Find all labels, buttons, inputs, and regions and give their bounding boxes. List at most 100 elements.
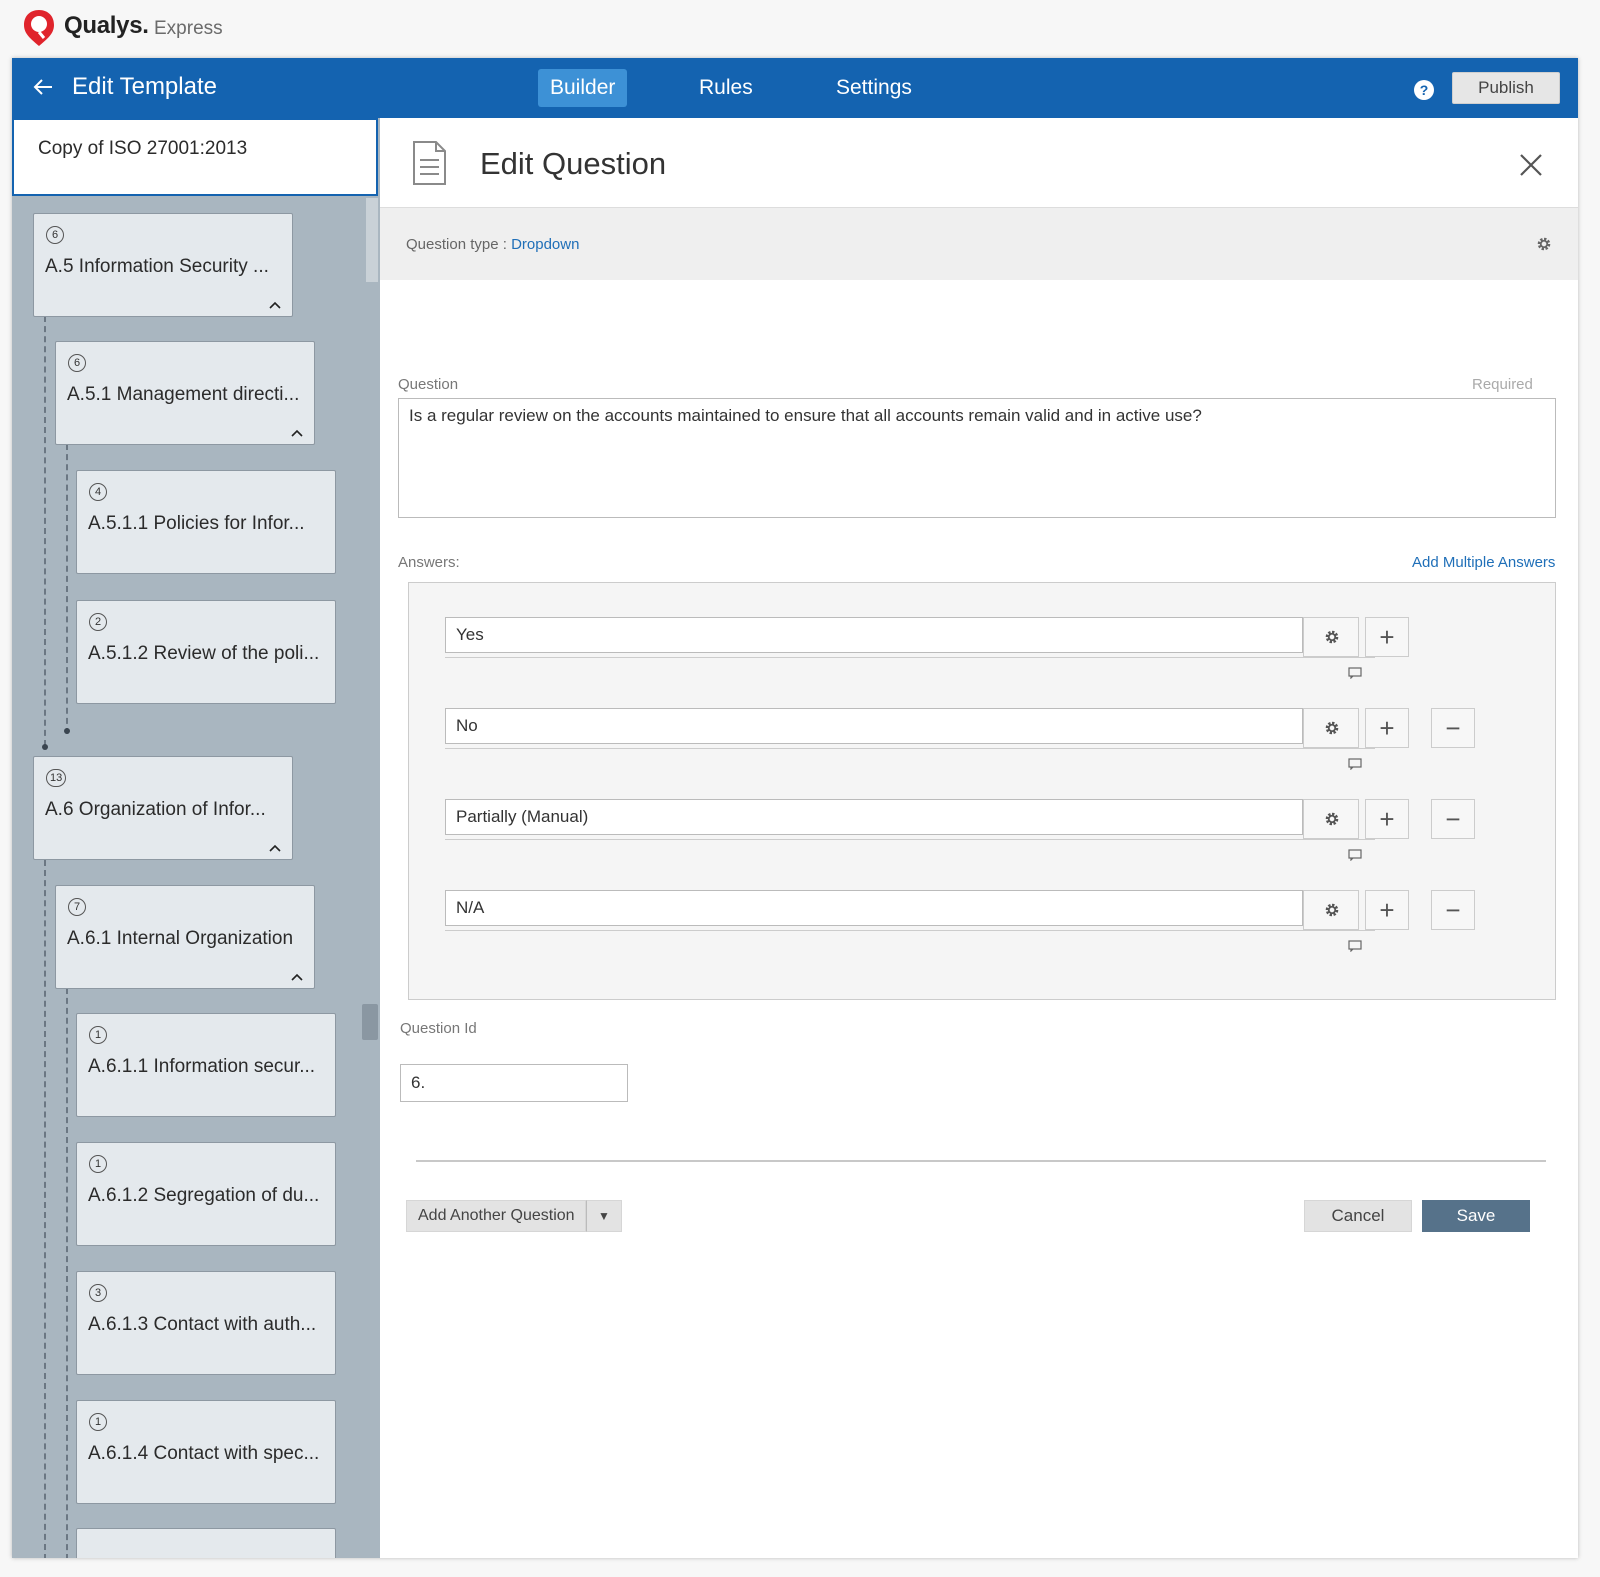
document-icon xyxy=(413,141,446,185)
template-name-field[interactable]: Copy of ISO 27001:2013 xyxy=(12,118,378,196)
outline-node[interactable]: 1 A.6.1.1 Information secur... xyxy=(76,1013,336,1117)
sidebar-scrollbar[interactable] xyxy=(366,198,378,282)
outline-node[interactable]: 7 A.6.1 Internal Organization xyxy=(55,885,315,989)
tab-settings[interactable]: Settings xyxy=(824,69,924,107)
app-frame: Edit Template Builder Rules Settings ? P… xyxy=(12,58,1578,1558)
answer-divider xyxy=(445,748,1375,749)
question-type-link[interactable]: Dropdown xyxy=(511,236,579,253)
node-label: A.6.1 Internal Organization xyxy=(67,928,294,949)
question-count-badge: 13 xyxy=(46,769,67,787)
tree-connector xyxy=(44,316,46,746)
question-id-label: Question Id xyxy=(400,1020,477,1037)
outline-node[interactable] xyxy=(76,1528,336,1558)
tree-dot xyxy=(64,728,70,734)
answer-input[interactable]: N/A xyxy=(445,890,1303,926)
answer-divider xyxy=(445,839,1375,840)
question-count-badge: 1 xyxy=(89,1026,107,1044)
question-count-badge: 1 xyxy=(89,1413,107,1431)
gear-icon xyxy=(1325,903,1339,917)
question-id-input[interactable]: 6. xyxy=(400,1064,628,1102)
add-answer-button[interactable]: + xyxy=(1365,617,1409,657)
comment-icon[interactable] xyxy=(1348,667,1362,679)
outline-node[interactable]: 1 A.6.1.2 Segregation of du... xyxy=(76,1142,336,1246)
answer-input[interactable]: Partially (Manual) xyxy=(445,799,1303,835)
tab-builder[interactable]: Builder xyxy=(538,69,628,107)
question-count-badge: 1 xyxy=(89,1155,107,1173)
gear-icon xyxy=(1325,812,1339,826)
outline-node[interactable]: 1 A.6.1.4 Contact with spec... xyxy=(76,1400,336,1504)
add-answer-button[interactable]: + xyxy=(1365,799,1409,839)
node-label: A.6.1.1 Information secur... xyxy=(88,1056,316,1077)
tree-dot xyxy=(42,744,48,750)
add-another-question-button[interactable]: Add Another Question xyxy=(406,1200,586,1232)
cancel-button[interactable]: Cancel xyxy=(1304,1200,1412,1232)
gear-icon xyxy=(1325,721,1339,735)
node-label: A.5.1.1 Policies for Infor... xyxy=(88,513,305,534)
question-count-badge: 3 xyxy=(89,1284,107,1302)
chevron-up-icon[interactable] xyxy=(290,972,304,982)
question-label: Question xyxy=(398,376,459,393)
question-count-badge: 6 xyxy=(46,226,64,244)
remove-answer-button[interactable]: − xyxy=(1431,799,1475,839)
answer-settings-button[interactable] xyxy=(1303,890,1359,930)
publish-button[interactable]: Publish xyxy=(1452,72,1560,104)
chevron-up-icon[interactable] xyxy=(290,428,304,438)
node-label: A.6.1.2 Segregation of du... xyxy=(88,1185,320,1206)
chevron-up-icon[interactable] xyxy=(268,300,282,310)
answer-settings-button[interactable] xyxy=(1303,708,1359,748)
edit-question-panel: Edit Question Question type : Dropdown Q… xyxy=(380,118,1578,1558)
answer-settings-button[interactable] xyxy=(1303,617,1359,657)
question-type-bar: Question type : Dropdown xyxy=(380,208,1578,280)
answer-divider xyxy=(445,930,1375,931)
brand-bar: Qualys. Express xyxy=(0,0,1600,58)
comment-icon[interactable] xyxy=(1348,849,1362,861)
remove-answer-button[interactable]: − xyxy=(1431,890,1475,930)
help-icon[interactable]: ? xyxy=(1414,80,1434,100)
close-icon[interactable] xyxy=(1518,152,1544,178)
question-textarea[interactable]: Is a regular review on the accounts main… xyxy=(398,398,1556,518)
answer-settings-button[interactable] xyxy=(1303,799,1359,839)
panel-title: Edit Question xyxy=(480,146,667,181)
qualys-logo-icon xyxy=(24,10,54,46)
answer-input[interactable]: Yes xyxy=(445,617,1303,653)
gear-icon xyxy=(1325,630,1339,644)
question-type-label: Question type : Dropdown xyxy=(406,236,580,253)
template-outline-sidebar: Copy of ISO 27001:2013 6 A.5 Information… xyxy=(12,118,380,1558)
gear-icon[interactable] xyxy=(1535,235,1553,253)
panel-resize-handle[interactable] xyxy=(362,1004,378,1040)
outline-node[interactable]: 2 A.5.1.2 Review of the poli... xyxy=(76,600,336,704)
add-multiple-answers-link[interactable]: Add Multiple Answers xyxy=(1412,554,1555,571)
page-title: Edit Template xyxy=(72,73,217,100)
node-label: A.5.1 Management directi... xyxy=(67,384,300,405)
comment-icon[interactable] xyxy=(1348,940,1362,952)
outline-node[interactable]: 13 A.6 Organization of Infor... xyxy=(33,756,293,860)
tree-connector xyxy=(44,860,46,1558)
answers-list: Yes + No + − Partially (Manual) + − N/A … xyxy=(408,582,1556,1000)
node-label: A.6.1.3 Contact with auth... xyxy=(88,1314,317,1335)
answer-input[interactable]: No xyxy=(445,708,1303,744)
brand-product: Express xyxy=(154,18,223,39)
node-label: A.6.1.4 Contact with spec... xyxy=(88,1443,320,1464)
comment-icon[interactable] xyxy=(1348,758,1362,770)
caret-down-icon[interactable]: ▼ xyxy=(586,1200,622,1232)
outline-node[interactable]: 3 A.6.1.3 Contact with auth... xyxy=(76,1271,336,1375)
question-count-badge: 6 xyxy=(68,354,86,372)
question-count-badge: 7 xyxy=(68,898,86,916)
remove-answer-button[interactable]: − xyxy=(1431,708,1475,748)
outline-node[interactable]: 6 A.5.1 Management directi... xyxy=(55,341,315,445)
outline-node[interactable]: 6 A.5 Information Security ... xyxy=(33,213,293,317)
answer-divider xyxy=(445,657,1375,658)
question-count-badge: 2 xyxy=(89,613,107,631)
outline-node[interactable]: 4 A.5.1.1 Policies for Infor... xyxy=(76,470,336,574)
question-count-badge: 4 xyxy=(89,483,107,501)
required-label: Required xyxy=(1472,376,1533,393)
save-button[interactable]: Save xyxy=(1422,1200,1530,1232)
back-arrow-icon[interactable] xyxy=(28,72,58,102)
chevron-up-icon[interactable] xyxy=(268,843,282,853)
node-label: A.5 Information Security ... xyxy=(45,256,269,277)
add-answer-button[interactable]: + xyxy=(1365,890,1409,930)
add-answer-button[interactable]: + xyxy=(1365,708,1409,748)
brand-name: Qualys. xyxy=(64,12,149,39)
tab-rules[interactable]: Rules xyxy=(687,69,765,107)
top-nav: Edit Template Builder Rules Settings ? P… xyxy=(12,58,1578,118)
